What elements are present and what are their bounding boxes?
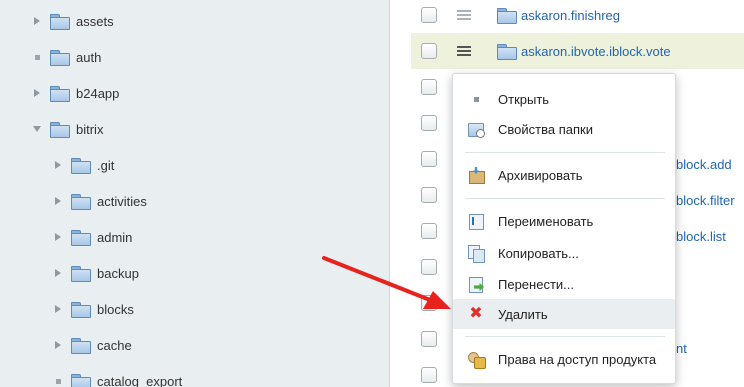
tree-item-label: activities [97,193,147,209]
row-checkbox[interactable] [421,187,437,203]
expand-arrow-icon[interactable] [51,302,65,316]
list-item-name-fragment[interactable]: block.add [676,157,732,172]
tree-item-label: cache [97,337,132,353]
list-item-name-fragment[interactable]: block.filter [676,193,735,208]
row-checkbox[interactable] [421,331,437,347]
tree-item-label: admin [97,229,133,245]
tree-item-label: blocks [97,301,134,317]
menu-item-delete[interactable]: ✖ Удалить [453,299,675,329]
expand-arrow-icon[interactable] [30,86,44,100]
tree-item-backup[interactable]: backup [51,255,139,291]
menu-item-label: Свойства папки [498,121,593,137]
list-item[interactable]: askaron.finishreg [411,0,744,33]
list-item-name-fragment[interactable]: block.list [676,229,726,244]
tree-item-assets[interactable]: assets [30,3,114,39]
row-checkbox[interactable] [421,115,437,131]
folder-icon [50,14,70,30]
tree-item-admin[interactable]: admin [51,219,132,255]
dot-icon [468,91,484,107]
row-checkbox[interactable] [421,259,437,275]
menu-item-folder-properties[interactable]: Свойства папки [453,114,675,144]
tree-item-catalog-export[interactable]: catalog_export [51,363,182,387]
folder-icon [50,122,70,138]
tree-item-label: backup [97,265,139,281]
row-checkbox[interactable] [421,43,437,59]
move-icon [468,276,484,293]
row-checkbox[interactable] [421,7,437,23]
folder-icon [497,44,517,60]
row-checkbox[interactable] [421,295,437,311]
menu-item-copy[interactable]: Копировать... [453,238,675,268]
folder-icon [71,338,91,354]
delete-icon: ✖ [469,305,483,322]
menu-item-label: Права на доступ продукта [498,351,657,367]
tree-item-label: auth [76,49,102,65]
menu-item-archive[interactable]: Архивировать [453,160,675,190]
list-item-name[interactable]: askaron.finishreg [521,8,620,23]
tree-item-git[interactable]: .git [51,147,114,183]
tree-item-cache[interactable]: cache [51,327,132,363]
tree-item-label: b24app [76,85,120,101]
menu-item-move[interactable]: Перенести... [453,269,675,299]
folder-tree: assets auth b24app bitrix .git activitie… [0,0,390,387]
menu-item-rename[interactable]: Переименовать [453,206,675,236]
folder-icon [71,302,91,318]
tree-item-bitrix[interactable]: bitrix [30,111,103,147]
collapse-arrow-icon[interactable] [30,122,44,136]
row-checkbox[interactable] [421,223,437,239]
menu-item-label: Копировать... [498,245,579,261]
tree-item-label: .git [97,157,115,173]
tree-item-label: assets [76,13,114,29]
leaf-dot-icon [51,374,65,387]
folder-icon [50,86,70,102]
expand-arrow-icon[interactable] [51,230,65,244]
copy-icon [468,245,485,263]
row-checkbox[interactable] [421,367,437,383]
row-menu-icon[interactable] [457,9,471,21]
leaf-dot-icon [30,50,44,64]
list-item-name[interactable]: askaron.ibvote.iblock.vote [521,44,671,59]
folder-icon [71,230,91,246]
expand-arrow-icon[interactable] [51,338,65,352]
rename-icon [468,213,484,230]
tree-item-activities[interactable]: activities [51,183,147,219]
tree-item-auth[interactable]: auth [30,39,101,75]
expand-arrow-icon[interactable] [51,194,65,208]
menu-item-label: Переименовать [498,213,594,229]
row-checkbox[interactable] [421,151,437,167]
folder-icon [50,50,70,66]
folder-icon [497,8,517,24]
folder-icon [71,374,91,387]
context-menu: Открыть Свойства папки Архивировать Пере… [452,73,676,384]
expand-arrow-icon[interactable] [51,158,65,172]
folder-properties-icon [468,121,485,138]
folder-icon [71,266,91,282]
menu-item-label: Архивировать [498,167,583,183]
archive-icon [468,167,485,184]
folder-icon [71,194,91,210]
menu-separator [465,152,665,153]
access-rights-icon [468,351,486,369]
menu-separator [465,198,665,199]
tree-item-b24app[interactable]: b24app [30,75,119,111]
menu-separator [465,336,665,337]
row-checkbox[interactable] [421,79,437,95]
list-item-selected[interactable]: askaron.ibvote.iblock.vote [411,33,744,69]
menu-item-open[interactable]: Открыть [453,84,675,114]
tree-item-blocks[interactable]: blocks [51,291,134,327]
menu-item-label: Удалить [498,306,548,322]
row-menu-icon[interactable] [457,45,471,57]
menu-item-access-rights[interactable]: Права на доступ продукта [453,344,675,374]
expand-arrow-icon[interactable] [30,14,44,28]
tree-item-label: bitrix [76,121,104,137]
list-item-name-fragment[interactable]: nt [676,341,687,356]
tree-item-label: catalog_export [97,373,183,387]
menu-item-label: Перенести... [498,276,574,292]
menu-item-label: Открыть [498,91,550,107]
expand-arrow-icon[interactable] [51,266,65,280]
folder-icon [71,158,91,174]
